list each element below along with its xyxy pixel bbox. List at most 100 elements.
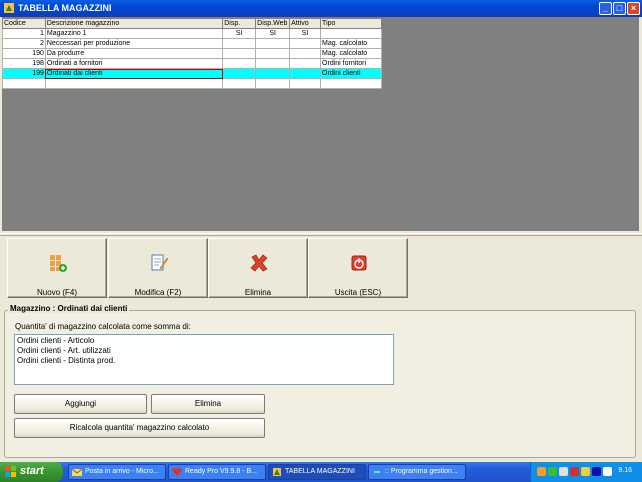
cell-code[interactable]: 190 [2, 48, 46, 59]
list-item[interactable]: Ordini clienti - Distinta prod. [17, 356, 391, 366]
table-row[interactable]: 1 Magazzino 1 SI SI SI [2, 28, 382, 39]
task-label: Posta in arrivo - Micro... [85, 468, 159, 475]
divider [0, 233, 642, 236]
table-header: Codice Descrizione magazzino Disp. Disp.… [2, 18, 382, 29]
taskbar: start Posta in arrivo - Micro... Ready P… [0, 462, 642, 482]
tray-icon[interactable] [592, 467, 601, 476]
recalc-button[interactable]: Ricalcola quantita' magazzino calcolato [14, 418, 265, 438]
list-item[interactable]: Ordini clienti - Articolo [17, 336, 391, 346]
close-button[interactable]: × [627, 2, 640, 15]
task-label: TABELLA MAGAZZINI [285, 468, 355, 475]
cell-available[interactable] [222, 68, 257, 79]
source-listbox[interactable]: Ordini clienti - Articolo Ordini clienti… [14, 334, 394, 385]
detail-group-title: Magazzino : Ordinati dai clienti [8, 304, 130, 313]
exit-button[interactable]: Uscita (ESC) [308, 238, 408, 298]
cell-description-focused[interactable]: Ordinati dai clienti [44, 68, 224, 79]
detail-subtitle: Quantita' di magazzino calcolata come so… [15, 322, 191, 331]
title-bar: TABELLA MAGAZZINI _ □ × [0, 0, 642, 17]
edit-button[interactable]: Modifica (F2) [108, 238, 208, 298]
cell-empty[interactable] [222, 78, 257, 89]
app-icon [273, 468, 281, 476]
cell-empty[interactable] [44, 78, 224, 89]
tray-icon[interactable] [581, 467, 590, 476]
cell-description[interactable]: Neccessari per produzione [44, 38, 224, 49]
cell-available[interactable] [222, 48, 257, 59]
cell-code[interactable]: 2 [2, 38, 46, 49]
power-icon [351, 255, 367, 271]
delete-button-label: Elimina [244, 288, 272, 297]
cell-empty[interactable] [320, 78, 382, 89]
cell-code[interactable]: 1 [2, 28, 46, 39]
cell-code[interactable]: 199 [2, 68, 46, 79]
cell-empty[interactable] [2, 78, 46, 89]
cell-active[interactable] [289, 58, 322, 69]
table-row[interactable]: 190 Da produrre Mag. calcolato [2, 48, 382, 59]
cell-description[interactable]: Ordinati a fornitori [44, 58, 224, 69]
cell-type[interactable]: Ordini fornitori [320, 58, 382, 69]
col-header-available[interactable]: Disp. [222, 18, 257, 29]
cell-available-web[interactable]: SI [255, 28, 291, 39]
edit-document-icon [151, 254, 169, 271]
table-row-selected[interactable]: 199 Ordinati dai clienti Ordini clienti [2, 68, 382, 79]
tray-icon[interactable] [570, 467, 579, 476]
window-title: TABELLA MAGAZZINI [18, 3, 112, 13]
new-button[interactable]: Nuovo (F4) [7, 238, 107, 298]
delete-button[interactable]: Elimina [208, 238, 308, 298]
cell-type[interactable]: Mag. calcolato [320, 48, 382, 59]
system-tray: 9.16 [530, 462, 642, 482]
windows-flag-icon [5, 466, 16, 477]
cell-type[interactable]: Mag. calcolato [320, 38, 382, 49]
tray-icon[interactable] [537, 467, 546, 476]
cell-description[interactable]: Da produrre [44, 48, 224, 59]
table-row[interactable]: 198 Ordinati a fornitori Ordini fornitor… [2, 58, 382, 69]
cell-available-web[interactable] [255, 68, 291, 79]
clock[interactable]: 9.16 [618, 467, 632, 474]
task-mail[interactable]: Posta in arrivo - Micro... [68, 464, 166, 480]
cell-empty[interactable] [255, 78, 291, 89]
cell-available-web[interactable] [255, 48, 291, 59]
list-item[interactable]: Ordini clienti - Art. utilizzati [17, 346, 391, 356]
red-x-icon [250, 254, 268, 272]
cell-active[interactable] [289, 48, 322, 59]
add-grid-icon [50, 255, 67, 272]
cell-active[interactable] [289, 38, 322, 49]
cell-empty[interactable] [289, 78, 322, 89]
col-header-code[interactable]: Codice [2, 18, 46, 29]
tray-icon[interactable] [559, 467, 568, 476]
tray-icon[interactable] [548, 467, 557, 476]
table-row-empty[interactable] [2, 78, 382, 89]
start-button[interactable]: start [0, 462, 63, 482]
col-header-active[interactable]: Attivo [289, 18, 322, 29]
col-header-available-web[interactable]: Disp.Web [255, 18, 291, 29]
cell-available-web[interactable] [255, 58, 291, 69]
cell-available-web[interactable] [255, 38, 291, 49]
task-label: :: Programma gestion... [385, 468, 458, 475]
cell-active[interactable]: SI [289, 28, 322, 39]
col-header-description[interactable]: Descrizione magazzino [44, 18, 224, 29]
task-readypro[interactable]: Ready Pro V9.9.8 - B... [168, 464, 266, 480]
start-label: start [20, 465, 44, 477]
app-icon [4, 3, 14, 13]
task-label: Ready Pro V9.9.8 - B... [185, 468, 257, 475]
volume-icon[interactable] [603, 467, 612, 476]
cell-available[interactable] [222, 58, 257, 69]
exit-button-label: Uscita (ESC) [334, 288, 382, 297]
cell-active[interactable] [289, 68, 322, 79]
task-programma[interactable]: :: Programma gestion... [368, 464, 466, 480]
ie-icon [373, 468, 381, 476]
task-tabella-magazzini[interactable]: TABELLA MAGAZZINI [268, 464, 366, 480]
remove-button[interactable]: Elimina [151, 394, 265, 414]
cell-available[interactable]: SI [222, 28, 257, 39]
grid-area: Codice Descrizione magazzino Disp. Disp.… [2, 17, 639, 231]
col-header-type[interactable]: Tipo [320, 18, 382, 29]
cell-description[interactable]: Magazzino 1 [44, 28, 224, 39]
table-row[interactable]: 2 Neccessari per produzione Mag. calcola… [2, 38, 382, 49]
warehouse-table[interactable]: Codice Descrizione magazzino Disp. Disp.… [2, 18, 382, 89]
cell-available[interactable] [222, 38, 257, 49]
cell-code[interactable]: 198 [2, 58, 46, 69]
add-button[interactable]: Aggiungi [14, 394, 147, 414]
cell-type[interactable] [320, 28, 382, 39]
cell-type[interactable]: Ordini clienti [320, 68, 382, 79]
maximize-button[interactable]: □ [613, 2, 626, 15]
minimize-button[interactable]: _ [599, 2, 612, 15]
